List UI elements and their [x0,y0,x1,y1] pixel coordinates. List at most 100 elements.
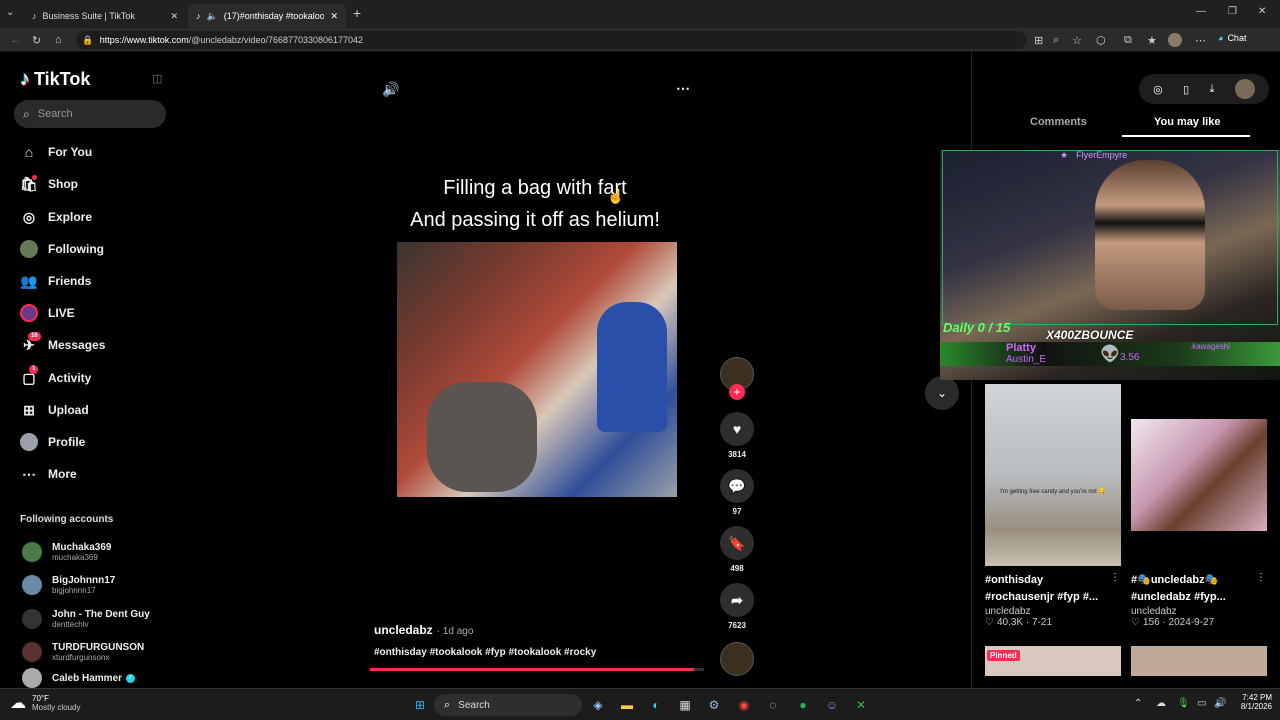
share-button[interactable]: ➦ 7623 [720,583,754,630]
favorites-icon[interactable]: ★ [1147,34,1157,47]
maximize-window-button[interactable]: ❐ [1228,6,1237,17]
save-button[interactable]: 🔖 498 [720,526,754,573]
device-icon[interactable]: ▯ [1183,83,1189,96]
tab-you-may-like[interactable]: You may like [1154,116,1220,128]
profile-avatar[interactable] [1168,33,1182,47]
video-stats: 40.3K · 7-21 [996,617,1053,628]
copilot-chat-button[interactable]: ◕ Chat [1218,33,1246,43]
refresh-icon[interactable]: ↻ [32,34,41,47]
video-title: #rochausenjr #fyp #... [985,591,1099,603]
profile-avatar[interactable] [1234,79,1255,99]
spotify-icon[interactable]: ● [793,695,813,715]
nav-label: Upload [48,403,89,417]
file-explorer-icon[interactable]: ▬ [617,695,637,715]
stream-overlay-window[interactable]: ★ FlyerEmpyre Daily 0 / 15 X400ZBOUNCE Pl… [940,150,1280,380]
sidebar-item-messages[interactable]: ✈ 16 Messages [20,332,105,356]
sidebar-item-more[interactable]: ⋯ More [20,463,77,485]
recommended-video-thumbnail[interactable] [1131,419,1267,531]
account-item[interactable]: Muchaka369 muchaka369 [22,538,111,566]
network-icon[interactable]: ▭ [1197,698,1206,709]
copilot-icon[interactable]: ◈ [588,695,608,715]
account-item[interactable]: Caleb Hammer ✓ [22,668,136,688]
taskbar-search[interactable]: ⌕ Search [434,694,582,716]
tab-audio-icon[interactable]: 🔈 [207,11,218,22]
follow-plus-button[interactable]: + [729,384,745,400]
recommended-video-thumbnail[interactable]: Pinned [985,646,1121,676]
show-hidden-icons[interactable]: ⌃ [1134,698,1142,709]
home-icon[interactable]: ⌂ [55,34,62,46]
sidebar-item-shop[interactable]: 🛍 Shop [20,173,78,195]
browser-tab-video[interactable]: ♪ 🔈 (17)#onthisday #tookalook #f... ✕ [188,4,346,28]
tab-comments[interactable]: Comments [1030,116,1087,128]
microphone-icon[interactable]: 🎙 [1177,698,1190,709]
close-tab-icon[interactable]: ✕ [170,11,178,22]
home-icon: ⌂ [24,144,34,160]
discord-icon[interactable]: ☺ [822,695,842,715]
like-button[interactable]: ♥ 3814 [720,412,754,459]
chrome-icon[interactable]: ◉ [734,695,754,715]
zoom-icon[interactable]: ⌕ [1053,34,1059,47]
favorite-star-icon[interactable]: ☆ [1072,34,1082,47]
compass-icon[interactable]: ◎ [1153,83,1163,96]
account-item[interactable]: TURDFURGUNSON xturdfurgunsonx [22,638,144,666]
sidebar-item-for-you[interactable]: ⌂ For You [20,141,92,163]
video-progress-track[interactable] [370,668,704,671]
video-author[interactable]: uncledabz [374,623,433,637]
comment-button[interactable]: 💬 97 [720,469,754,516]
recommended-video-thumbnail[interactable] [1131,646,1267,676]
heart-outline-icon: ♡ [1131,617,1140,628]
next-video-button[interactable]: ⌄ [925,376,959,410]
browser-tab-business-suite[interactable]: ♪ Business Suite | TikTok ✕ [24,4,186,28]
new-tab-button[interactable]: + [353,5,361,21]
windows-start-icon[interactable]: ⊞ [410,695,430,715]
collapse-sidebar-icon[interactable]: ◫ [152,72,162,85]
close-tab-icon[interactable]: ✕ [330,11,338,22]
app-available-icon[interactable]: ⊞ [1034,34,1043,47]
store-icon[interactable]: ▦ [675,695,695,715]
recommended-video-info[interactable]: #onthisday #rochausenjr #fyp #... uncled… [985,572,1121,628]
split-screen-icon[interactable]: ⧉ [1124,34,1132,47]
nav-label: Shop [48,177,78,191]
onedrive-icon[interactable]: ☁ [1156,698,1166,709]
stream-alert-bar: Platty Austin_E 👽 3.56 .kawageshi [940,342,1280,366]
sidebar-item-activity[interactable]: ▢ 1 Activity [20,365,91,389]
sidebar-item-live[interactable]: LIVE [20,302,75,324]
speaker-icon[interactable]: 🔊 [1214,698,1226,709]
sidebar-item-explore[interactable]: ◎ Explore [20,206,92,228]
clock[interactable]: 7:42 PM 8/1/2026 [1228,693,1272,711]
recommended-video-info[interactable]: #🎭uncledabz🎭 #uncledabz #fyp... uncledab… [1131,572,1267,628]
account-item[interactable]: BigJohnnn17 bigjohnnn17 [22,571,115,599]
excel-icon[interactable]: ✕ [851,695,871,715]
video-hashtags[interactable]: #onthisday #tookalook #fyp #tookalook #r… [374,647,596,658]
steam-icon[interactable]: ⚙ [704,695,724,715]
settings-more-icon[interactable]: ⋯ [1195,34,1206,47]
following-accounts-heading: Following accounts [20,514,114,525]
minimize-window-button[interactable]: — [1196,6,1206,17]
download-icon[interactable]: ⤓ [1210,83,1215,96]
shop-icon: 🛍 [20,175,38,192]
account-item[interactable]: John - The Dent Guy denttechlv [22,605,150,633]
search-input[interactable]: ⌕ Search [14,100,166,128]
obs-icon[interactable]: ◌ [763,695,783,715]
extensions-icon[interactable]: ⬡ [1096,34,1106,47]
card-more-icon[interactable]: ⋮ [1256,572,1266,583]
video-title: #onthisday [985,574,1044,586]
card-more-icon[interactable]: ⋮ [1110,572,1120,583]
sidebar-item-upload[interactable]: ⊞ Upload [20,399,89,421]
more-options-icon[interactable]: ⋯ [676,80,690,97]
tab-list-icon[interactable]: ⌄ [6,7,14,18]
upload-icon: ⊞ [23,401,35,418]
weather-widget[interactable]: ☁ 70°F Mostly cloudy [10,693,80,713]
sound-disc-icon[interactable] [720,642,754,676]
tiktok-logo[interactable]: ♪ TikTok [20,68,90,91]
edge-browser-icon[interactable]: ◐ [646,695,666,715]
sidebar-item-following[interactable]: Following [20,238,104,260]
close-window-button[interactable]: ✕ [1258,6,1266,17]
back-icon[interactable]: ← [10,34,21,46]
video-frame[interactable] [397,242,677,497]
volume-icon[interactable]: 🔊 [382,81,399,98]
recommended-video-thumbnail[interactable]: I'm getting free candy and you're not 😋 [985,384,1121,566]
sidebar-item-friends[interactable]: 👥 Friends [20,270,91,292]
sidebar-item-profile[interactable]: Profile [20,431,85,453]
url-field[interactable]: 🔒 https://www.tiktok.com/@uncledabz/vide… [76,31,1026,49]
